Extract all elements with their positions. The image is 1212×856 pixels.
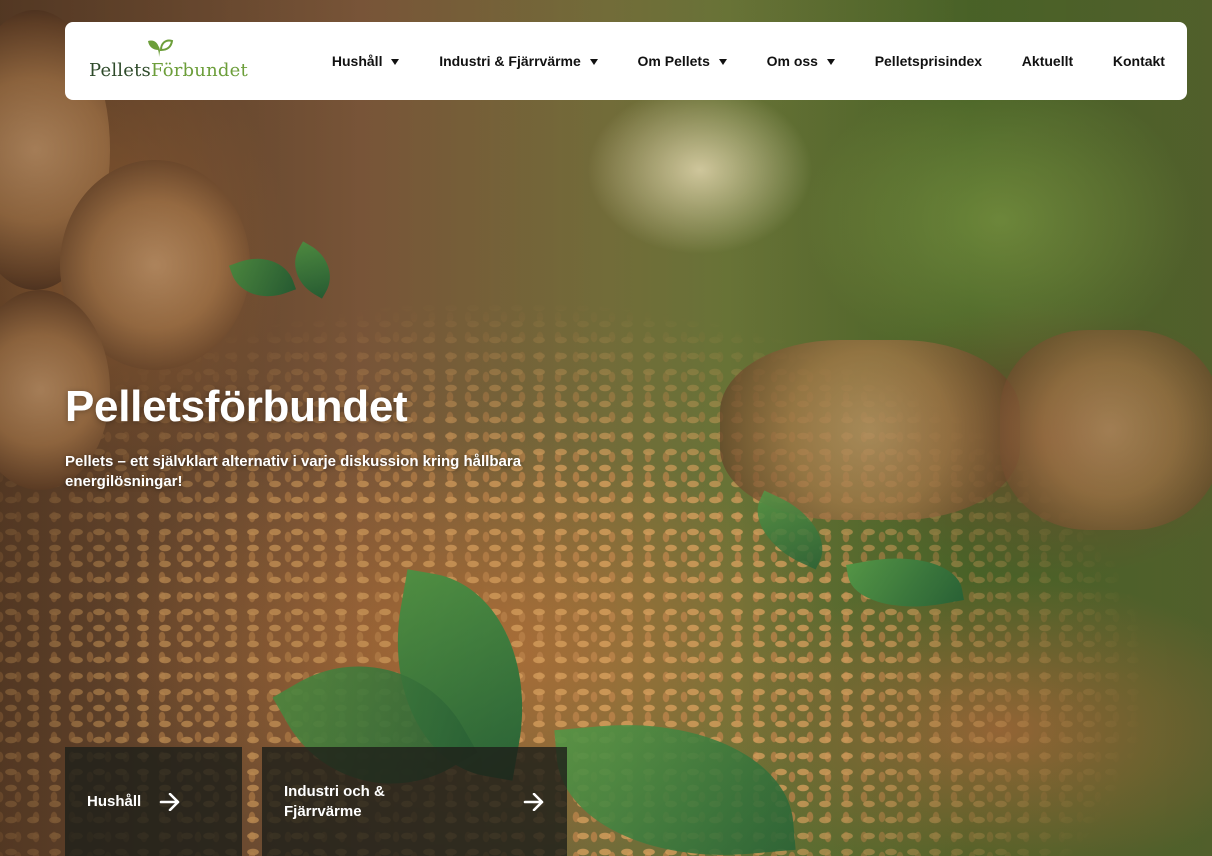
logo-text: PelletsFörbundet — [89, 60, 248, 81]
nav-item-pelletsprisindex[interactable]: Pelletsprisindex — [875, 53, 982, 69]
hero-title: Pelletsförbundet — [65, 382, 408, 431]
sprout-icon — [148, 39, 174, 57]
chevron-down-icon — [589, 58, 598, 65]
card-label: Hushåll — [87, 792, 142, 810]
nav-item-om-pellets[interactable]: Om Pellets — [638, 53, 727, 69]
nav-item-aktuellt[interactable]: Aktuellt — [1022, 53, 1073, 69]
site-header: PelletsFörbundet Hushåll Industri & Fjär… — [65, 22, 1187, 100]
card-hushall[interactable]: Hushåll — [65, 747, 242, 856]
nav-item-industri-fjarrvarme[interactable]: Industri & Fjärrvärme — [439, 53, 598, 69]
arrow-right-icon — [159, 792, 180, 811]
hero-subtitle: Pellets – ett självklart alternativ i va… — [65, 453, 522, 490]
card-label: Industri och & Fjärrvärme — [284, 782, 385, 820]
main-navigation: Hushåll Industri & Fjärrvärme Om Pellets… — [332, 53, 1165, 69]
nav-item-kontakt[interactable]: Kontakt — [1113, 53, 1165, 69]
hero-section: PelletsFörbundet Hushåll Industri & Fjär… — [0, 0, 1212, 856]
chevron-down-icon — [391, 58, 400, 65]
chevron-down-icon — [718, 58, 727, 65]
nav-item-hushall[interactable]: Hushåll — [332, 53, 400, 69]
arrow-right-icon — [523, 792, 544, 811]
nav-item-om-oss[interactable]: Om oss — [767, 53, 835, 69]
card-industri-fjarrvarme[interactable]: Industri och & Fjärrvärme — [262, 747, 567, 856]
site-logo[interactable]: PelletsFörbundet — [89, 39, 248, 81]
chevron-down-icon — [826, 58, 835, 65]
